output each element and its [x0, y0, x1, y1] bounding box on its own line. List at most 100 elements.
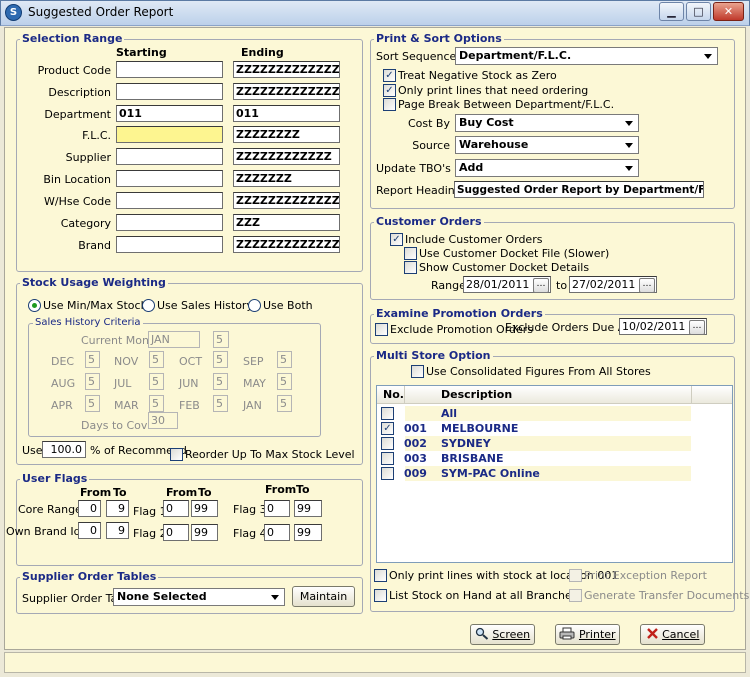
show-docket-checkbox[interactable]: [404, 261, 417, 274]
current-month-field[interactable]: JAN: [148, 331, 200, 348]
radio-use-sales-history[interactable]: [142, 299, 155, 312]
month-jul-label: JUL: [114, 377, 132, 390]
source-dropdown[interactable]: Warehouse: [455, 136, 639, 154]
consolidated-checkbox[interactable]: [411, 365, 424, 378]
department-start-field[interactable]: 011: [116, 105, 223, 122]
range-from-calendar-button[interactable]: …: [533, 278, 549, 293]
category-start-field[interactable]: [116, 214, 223, 231]
store-description: BRISBANE: [441, 452, 504, 465]
core-range-from[interactable]: 0: [78, 500, 101, 517]
use-docket-checkbox[interactable]: [404, 247, 417, 260]
flags-to-header-2: To: [198, 486, 212, 499]
only-stock-at-checkbox[interactable]: [374, 569, 387, 582]
table-row[interactable]: ✓ 001 MELBOURNE: [377, 421, 732, 436]
only-print-checkbox[interactable]: ✓: [383, 84, 396, 97]
screen-button[interactable]: Screen: [470, 624, 535, 645]
bin-location-start-field[interactable]: [116, 170, 223, 187]
month-jun-weight[interactable]: 5: [213, 373, 228, 390]
month-feb-weight[interactable]: 5: [213, 395, 228, 412]
own-brand-label: Own Brand Id: [6, 525, 81, 538]
table-row[interactable]: 003 BRISBANE: [377, 451, 732, 466]
description-end-field[interactable]: ZZZZZZZZZZZZZZZZ: [233, 83, 340, 100]
month-nov-weight[interactable]: 5: [149, 351, 164, 368]
month-mar-weight[interactable]: 5: [149, 395, 164, 412]
cancel-button[interactable]: Cancel: [640, 624, 705, 645]
month-sep-weight[interactable]: 5: [277, 351, 292, 368]
report-heading-field[interactable]: Suggested Order Report by Department/F.L…: [454, 181, 704, 198]
bin-location-end-field[interactable]: ZZZZZZZ: [233, 170, 340, 187]
minimize-button[interactable]: ▁: [659, 2, 684, 21]
store-checkbox[interactable]: [381, 437, 394, 450]
flag1-to[interactable]: 99: [191, 500, 218, 517]
own-brand-from[interactable]: 0: [78, 522, 101, 539]
exclude-after-calendar-button[interactable]: …: [689, 320, 705, 335]
range-to-calendar-button[interactable]: …: [639, 278, 655, 293]
product-code-end-field[interactable]: ZZZZZZZZZZZZZZZ: [233, 61, 340, 78]
table-row[interactable]: 009 SYM-PAC Online: [377, 466, 732, 481]
month-may-weight[interactable]: 5: [277, 373, 292, 390]
flag4-from[interactable]: 0: [264, 524, 290, 541]
brand-end-field[interactable]: ZZZZZZZZZZZZZZ: [233, 236, 340, 253]
department-end-field[interactable]: 011: [233, 105, 340, 122]
radio-use-both[interactable]: [248, 299, 261, 312]
brand-start-field[interactable]: [116, 236, 223, 253]
sort-sequence-dropdown[interactable]: Department/F.L.C.: [455, 47, 718, 65]
flag1-from[interactable]: 0: [163, 500, 189, 517]
w-hse-code-end-field[interactable]: ZZZZZZZZZZZZZZ: [233, 192, 340, 209]
printer-button[interactable]: Printer: [555, 624, 620, 645]
include-customer-orders-checkbox[interactable]: ✓: [390, 233, 403, 246]
print-sort-title: Print & Sort Options: [374, 32, 504, 45]
month-apr-weight[interactable]: 5: [85, 395, 100, 412]
flag3-from[interactable]: 0: [264, 500, 290, 517]
exclude-promotion-checkbox[interactable]: [375, 323, 388, 336]
window-title: Suggested Order Report: [28, 5, 174, 19]
list-soh-checkbox[interactable]: [374, 589, 387, 602]
store-checkbox[interactable]: [381, 467, 394, 480]
chevron-down-icon: [625, 166, 633, 171]
current-month-weight[interactable]: 5: [213, 331, 229, 348]
month-oct-weight[interactable]: 5: [213, 351, 228, 368]
generate-transfer-checkbox[interactable]: [569, 589, 582, 602]
supplier-table-dropdown[interactable]: None Selected: [113, 588, 285, 606]
generate-transfer-label: Generate Transfer Documents: [584, 589, 750, 602]
close-button[interactable]: ✕: [713, 2, 744, 21]
month-jul-weight[interactable]: 5: [149, 373, 164, 390]
description-start-field[interactable]: [116, 83, 223, 100]
month-aug-weight[interactable]: 5: [85, 373, 100, 390]
page-break-checkbox[interactable]: [383, 98, 396, 111]
flag3-to[interactable]: 99: [294, 500, 322, 517]
product-code-start-field[interactable]: [116, 61, 223, 78]
days-to-cover-field[interactable]: 30: [148, 412, 178, 429]
own-brand-to[interactable]: 9: [106, 522, 129, 539]
month-jan-weight[interactable]: 5: [277, 395, 292, 412]
radio-use-minmax[interactable]: [28, 299, 41, 312]
flag2-from[interactable]: 0: [163, 524, 189, 541]
table-row[interactable]: All: [377, 406, 732, 421]
w-hse-code-start-field[interactable]: [116, 192, 223, 209]
f-l-c-start-field[interactable]: [116, 126, 223, 143]
month-dec-weight[interactable]: 5: [85, 351, 100, 368]
cost-by-dropdown[interactable]: Buy Cost: [455, 114, 639, 132]
store-grid-header: No. Description: [377, 386, 732, 404]
store-no: 001: [404, 422, 427, 435]
update-tbo-dropdown[interactable]: Add: [455, 159, 639, 177]
treat-negative-checkbox[interactable]: ✓: [383, 69, 396, 82]
report-heading-label: Report Heading: [376, 184, 462, 197]
maintain-button[interactable]: Maintain: [292, 586, 355, 607]
f-l-c-end-field[interactable]: ZZZZZZZZ: [233, 126, 340, 143]
reorder-max-checkbox[interactable]: [170, 448, 183, 461]
flag4-to[interactable]: 99: [294, 524, 322, 541]
supplier-end-field[interactable]: ZZZZZZZZZZZZ: [233, 148, 340, 165]
flag2-to[interactable]: 99: [191, 524, 218, 541]
category-end-field[interactable]: ZZZ: [233, 214, 340, 231]
store-checkbox[interactable]: [381, 407, 394, 420]
cost-by-value: Buy Cost: [459, 116, 514, 129]
core-range-to[interactable]: 9: [106, 500, 129, 517]
use-percent-field[interactable]: 100.0: [42, 441, 86, 458]
supplier-start-field[interactable]: [116, 148, 223, 165]
table-row[interactable]: 002 SYDNEY: [377, 436, 732, 451]
store-checkbox[interactable]: ✓: [381, 422, 394, 435]
store-checkbox[interactable]: [381, 452, 394, 465]
maximize-button[interactable]: □: [686, 2, 711, 21]
print-exception-checkbox[interactable]: [569, 569, 582, 582]
